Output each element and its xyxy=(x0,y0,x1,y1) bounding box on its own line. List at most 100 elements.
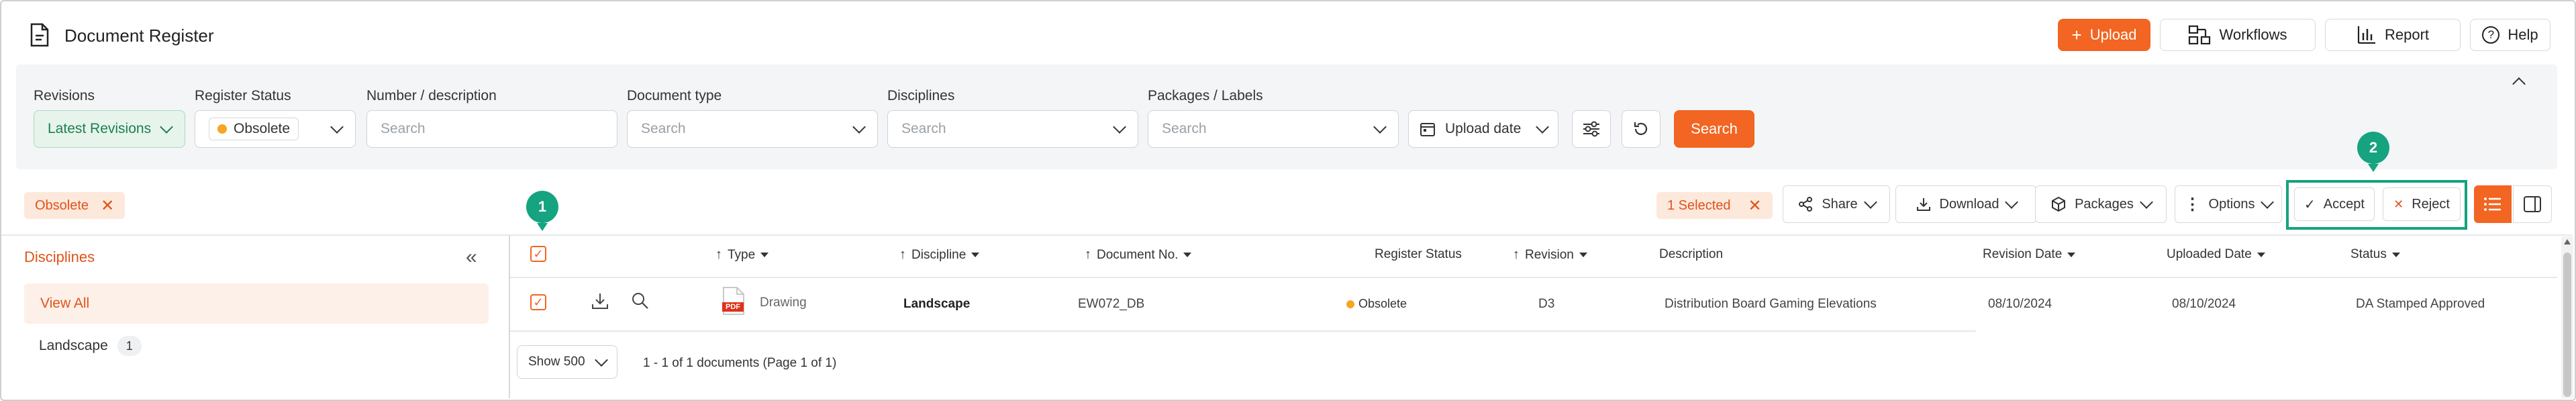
number-description-input[interactable]: Search xyxy=(366,110,617,148)
count-badge: 1 xyxy=(117,336,142,356)
collapse-sidebar-icon[interactable]: « xyxy=(466,246,477,269)
marker-pointer xyxy=(537,223,548,231)
caret-down-icon xyxy=(2391,252,2400,257)
list-view-toggle[interactable] xyxy=(2474,185,2512,223)
sidebar-item-landscape[interactable]: Landscape 1 xyxy=(39,336,142,356)
select-all-checkbox[interactable]: ✓ xyxy=(530,246,546,262)
help-icon: ? xyxy=(2482,26,2500,44)
column-revision-date[interactable]: Revision Date xyxy=(1983,247,2076,262)
revisions-label: Revisions xyxy=(34,88,95,103)
cell-revision-date: 08/10/2024 xyxy=(1988,297,2052,311)
column-uploaded-date[interactable]: Uploaded Date xyxy=(2167,247,2265,262)
chevron-down-icon xyxy=(1863,195,1877,209)
bar-chart-icon xyxy=(2357,26,2375,44)
advanced-filters-button[interactable] xyxy=(1572,110,1611,148)
sort-up-icon: ↑ xyxy=(715,247,722,262)
column-register-status[interactable]: Register Status xyxy=(1375,247,1462,262)
column-document-no[interactable]: ↑ Document No. xyxy=(1085,247,1192,263)
packages-labels-select[interactable]: Search xyxy=(1148,110,1399,148)
scrollbar-thumb[interactable] xyxy=(2563,253,2571,397)
chevron-down-icon xyxy=(2005,195,2019,209)
more-vertical-icon: ⋮ xyxy=(2184,195,2201,214)
help-button[interactable]: ? Help xyxy=(2470,19,2550,51)
cell-document-no[interactable]: EW072_DB xyxy=(1078,297,1144,312)
marker-pointer xyxy=(2368,164,2379,172)
sort-up-icon: ↑ xyxy=(1085,247,1091,262)
active-filter-chip[interactable]: Obsolete ✕ xyxy=(24,192,126,219)
column-revision[interactable]: ↑ Revision xyxy=(1513,247,1587,263)
list-icon xyxy=(2484,197,2501,211)
cell-uploaded-date: 08/10/2024 xyxy=(2172,297,2236,311)
status-dot-icon xyxy=(1346,300,1354,308)
search-button[interactable]: Search xyxy=(1674,110,1754,148)
download-button[interactable]: Download xyxy=(1895,185,2036,223)
register-status-label: Register Status xyxy=(195,88,291,103)
chevron-down-icon xyxy=(1373,120,1387,134)
chevron-down-icon xyxy=(595,353,608,367)
chevron-down-icon xyxy=(852,120,866,134)
caret-down-icon xyxy=(1579,253,1587,257)
sort-up-icon: ↑ xyxy=(899,247,906,262)
cell-status: DA Stamped Approved xyxy=(2356,297,2485,311)
revisions-select[interactable]: Latest Revisions xyxy=(34,110,185,148)
reset-icon xyxy=(1634,122,1648,135)
workflows-button[interactable]: Workflows xyxy=(2160,19,2316,51)
column-description[interactable]: Description xyxy=(1659,247,1723,262)
cell-discipline: Landscape xyxy=(903,297,971,311)
selected-count-badge[interactable]: 1 Selected ✕ xyxy=(1656,192,1773,219)
status-tag: Obsolete xyxy=(209,118,299,140)
cell-type: Drawing xyxy=(760,296,807,310)
column-status[interactable]: Status xyxy=(2350,247,2400,262)
page-size-select[interactable]: Show 500 xyxy=(517,345,617,379)
sidebar-item-view-all[interactable]: View All xyxy=(24,283,489,324)
chevron-down-icon xyxy=(2261,195,2275,209)
reset-filters-button[interactable] xyxy=(1622,110,1661,148)
close-icon[interactable]: ✕ xyxy=(101,196,114,216)
pdf-file-icon: PDF xyxy=(722,286,745,316)
upload-button[interactable]: + Upload xyxy=(2058,19,2150,51)
options-button[interactable]: ⋮ Options xyxy=(2175,185,2282,223)
document-type-label: Document type xyxy=(627,88,722,103)
upload-date-content: Upload date xyxy=(1420,121,1521,137)
sliders-icon xyxy=(1583,121,1599,137)
column-discipline[interactable]: ↑ Discipline xyxy=(899,247,980,263)
column-type[interactable]: ↑ Type xyxy=(715,247,769,263)
row-checkbox[interactable]: ✓ xyxy=(530,294,546,310)
page-title: Document Register xyxy=(64,26,214,46)
calendar-icon xyxy=(1420,123,1435,136)
chevron-down-icon xyxy=(1113,120,1126,134)
step-marker-1: 1 xyxy=(526,191,558,231)
disciplines-label: Disciplines xyxy=(887,88,955,103)
sidebar-title: Disciplines xyxy=(24,249,95,265)
clear-selection-icon[interactable]: ✕ xyxy=(1748,196,1762,216)
scroll-up-arrow-icon[interactable] xyxy=(2564,239,2571,244)
document-icon xyxy=(30,23,49,47)
chevron-down-icon xyxy=(1536,120,1549,134)
caret-down-icon xyxy=(2067,252,2076,257)
workflow-icon xyxy=(2189,25,2211,45)
plus-icon: + xyxy=(2071,24,2082,45)
packages-button[interactable]: Packages xyxy=(2035,185,2167,223)
panel-view-toggle[interactable] xyxy=(2513,185,2552,223)
checkmark-icon: ✓ xyxy=(530,294,546,310)
download-icon[interactable] xyxy=(591,292,609,310)
chevron-up-icon xyxy=(2512,77,2526,91)
disciplines-select[interactable]: Search xyxy=(887,110,1138,148)
upload-date-select[interactable]: Upload date xyxy=(1408,110,1558,148)
vertical-scrollbar[interactable] xyxy=(2561,236,2573,398)
number-description-label: Number / description xyxy=(366,88,497,103)
search-icon[interactable] xyxy=(631,292,650,310)
caret-down-icon xyxy=(971,253,980,257)
packages-labels-label: Packages / Labels xyxy=(1148,88,1263,103)
share-button[interactable]: Share xyxy=(1783,185,1890,223)
caret-down-icon xyxy=(760,253,769,257)
share-icon xyxy=(1799,197,1813,212)
caret-down-icon xyxy=(2257,252,2265,257)
collapse-filters-button[interactable] xyxy=(2512,75,2526,91)
package-icon xyxy=(2052,196,2066,212)
register-status-select[interactable]: Obsolete xyxy=(195,110,356,148)
document-type-select[interactable]: Search xyxy=(627,110,878,148)
sort-up-icon: ↑ xyxy=(1513,247,1520,262)
chevron-down-icon xyxy=(330,120,344,134)
report-button[interactable]: Report xyxy=(2325,19,2461,51)
